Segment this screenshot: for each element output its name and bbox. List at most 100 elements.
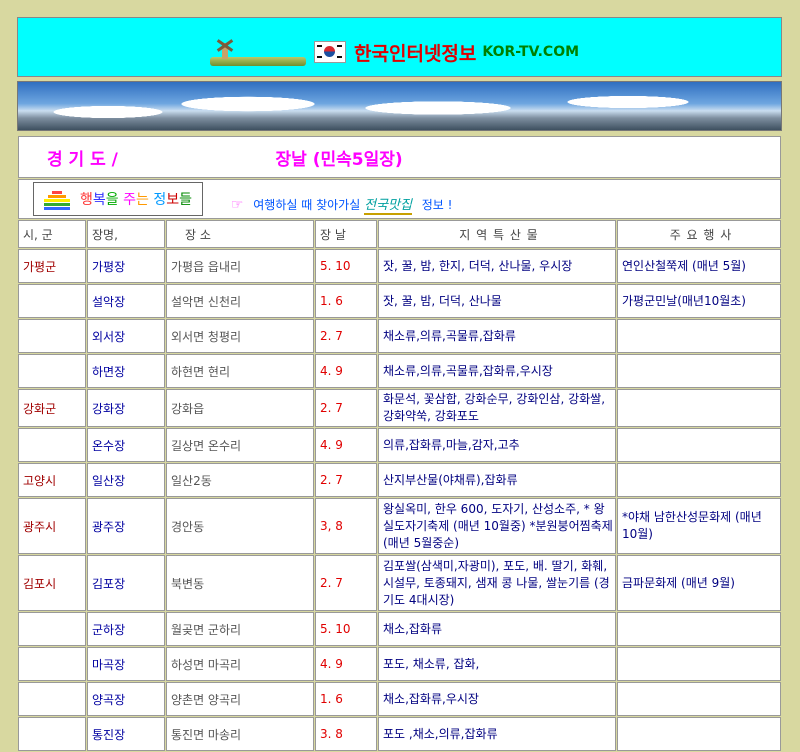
market-name-cell[interactable]: 일산장 xyxy=(87,463,165,497)
location-cell: 길상면 온수리 xyxy=(166,428,314,462)
header-events: 주 요 행 사 xyxy=(617,220,781,248)
products-cell: 의류,잡화류,마늘,감자,고추 xyxy=(378,428,616,462)
promo-text: 행복을 주는 정보들 xyxy=(80,189,192,209)
market-name-cell[interactable]: 김포장 xyxy=(87,555,165,611)
location-cell: 통진면 마송리 xyxy=(166,717,314,751)
hat-icon xyxy=(44,189,70,210)
market-name-cell[interactable]: 온수장 xyxy=(87,428,165,462)
market-name-cell[interactable]: 하면장 xyxy=(87,354,165,388)
market-days-cell: 5. 10 xyxy=(315,612,377,646)
windmill-logo-icon xyxy=(210,38,306,66)
city-cell: 광주시 xyxy=(18,498,86,554)
location-cell: 북변동 xyxy=(166,555,314,611)
table-row: 설악장 설악면 신천리 1. 6 잣, 꿀, 밤, 더덕, 산나물 가평군민날(매년10… xyxy=(18,284,781,318)
location-cell: 하성면 마곡리 xyxy=(166,647,314,681)
city-cell xyxy=(18,354,86,388)
products-cell: 포도 ,채소,의류,잡화류 xyxy=(378,717,616,751)
events-cell xyxy=(617,354,781,388)
table-row: 고양시 일산장 일산2동 2. 7 산지부산물(야채류),잡화류 xyxy=(18,463,781,497)
city-cell xyxy=(18,647,86,681)
market-name-cell[interactable]: 군하장 xyxy=(87,612,165,646)
promo-banner[interactable]: 행복을 주는 정보들 xyxy=(33,182,204,216)
location-cell: 외서면 청평리 xyxy=(166,319,314,353)
market-days-cell: 1. 6 xyxy=(315,682,377,716)
city-cell xyxy=(18,284,86,318)
page-wrapper: 한국인터넷정보 KOR-TV.COM 경 기 도 / 장날 (민속5일장) 행복… xyxy=(17,17,782,752)
site-url[interactable]: KOR-TV.COM xyxy=(482,44,579,60)
market-table: 경 기 도 / 장날 (민속5일장) 행복을 주는 정보들 ☞ 여행하실 때 찾… xyxy=(17,135,782,752)
market-days-cell: 1. 6 xyxy=(315,284,377,318)
promo-row: 행복을 주는 정보들 ☞ 여행하실 때 찾아가실 전국맛집 정보 ! xyxy=(18,179,781,219)
pointing-hand-icon: ☞ xyxy=(230,197,244,213)
products-cell: 잣, 꿀, 밤, 더덕, 산나물 xyxy=(378,284,616,318)
events-cell xyxy=(617,717,781,751)
header-name: 장명, xyxy=(87,220,165,248)
market-name-cell[interactable]: 광주장 xyxy=(87,498,165,554)
market-name-cell[interactable]: 가평장 xyxy=(87,249,165,283)
products-cell: 채소,잡화류,우시장 xyxy=(378,682,616,716)
products-cell: 포도, 채소류, 잡화, xyxy=(378,647,616,681)
city-cell xyxy=(18,717,86,751)
location-cell: 양촌면 양곡리 xyxy=(166,682,314,716)
table-row: 가평군 가평장 가평읍 읍내리 5. 10 잣, 꿀, 밤, 한지, 더덕, 산나물, … xyxy=(18,249,781,283)
market-name-cell[interactable]: 마곡장 xyxy=(87,647,165,681)
events-cell xyxy=(617,647,781,681)
promo-char: 들 xyxy=(179,192,193,208)
city-cell xyxy=(18,319,86,353)
table-row: 온수장 길상면 온수리 4. 9 의류,잡화류,마늘,감자,고추 xyxy=(18,428,781,462)
header-brand[interactable]: 한국인터넷정보 KOR-TV.COM xyxy=(210,36,579,68)
sky-banner-image xyxy=(17,81,782,131)
products-cell: 채소류,의류,곡물류,잡화류,우시장 xyxy=(378,354,616,388)
location-cell: 일산2동 xyxy=(166,463,314,497)
events-cell: *야채 남한산성문화제 (매년 10월) xyxy=(617,498,781,554)
promo-char: 복 xyxy=(92,192,106,208)
promo-note-tail: 정보 ! xyxy=(421,198,453,212)
site-name: 한국인터넷정보 xyxy=(354,42,477,65)
events-cell: 금파문화제 (매년 9월) xyxy=(617,555,781,611)
market-name-cell[interactable]: 강화장 xyxy=(87,389,165,427)
events-cell xyxy=(617,428,781,462)
promo-note: 여행하실 때 찾아가실 xyxy=(253,198,361,212)
city-cell xyxy=(18,612,86,646)
events-cell xyxy=(617,389,781,427)
products-cell: 잣, 꿀, 밤, 한지, 더덕, 산나물, 우시장 xyxy=(378,249,616,283)
promo-char: 행 xyxy=(80,192,93,208)
products-cell: 채소,잡화류 xyxy=(378,612,616,646)
market-days-cell: 4. 9 xyxy=(315,354,377,388)
market-name-cell[interactable]: 양곡장 xyxy=(87,682,165,716)
table-body: 가평군 가평장 가평읍 읍내리 5. 10 잣, 꿀, 밤, 한지, 더덕, 산나물, … xyxy=(18,249,781,751)
header-days: 장 날 xyxy=(315,220,377,248)
header-city: 시, 군 xyxy=(18,220,86,248)
table-row: 외서장 외서면 청평리 2. 7 채소류,의류,곡물류,잡화류 xyxy=(18,319,781,353)
promo-char: 는 xyxy=(136,192,149,208)
location-cell: 하현면 현리 xyxy=(166,354,314,388)
events-cell xyxy=(617,319,781,353)
market-title: 장날 (민속5일장) xyxy=(275,149,403,170)
products-cell: 김포쌀(삼색미,자광미), 포도, 배. 딸기, 화훼, 시설무, 토종돼지, … xyxy=(378,555,616,611)
market-name-cell[interactable]: 설악장 xyxy=(87,284,165,318)
table-row: 하면장 하현면 현리 4. 9 채소류,의류,곡물류,잡화류,우시장 xyxy=(18,354,781,388)
promo-char: 을 xyxy=(105,192,119,208)
city-cell: 가평군 xyxy=(18,249,86,283)
region-title: 경 기 도 / xyxy=(47,149,118,170)
site-header: 한국인터넷정보 KOR-TV.COM xyxy=(17,17,782,77)
table-row: 강화군 강화장 강화읍 2. 7 화문석, 꽃삼합, 강화순무, 강화인삼, 강화쌀, … xyxy=(18,389,781,427)
products-cell: 화문석, 꽃삼합, 강화순무, 강화인삼, 강화쌀, 강화약쑥, 강화포도 xyxy=(378,389,616,427)
location-cell: 가평읍 읍내리 xyxy=(166,249,314,283)
table-header-row: 시, 군 장명, 장 소 장 날 지 역 특 산 물 주 요 행 사 xyxy=(18,220,781,248)
events-cell: 가평군민날(매년10월초) xyxy=(617,284,781,318)
city-cell xyxy=(18,682,86,716)
table-row: 군하장 월곶면 군하리 5. 10 채소,잡화류 xyxy=(18,612,781,646)
products-cell: 산지부산물(야채류),잡화류 xyxy=(378,463,616,497)
promo-char: 정 xyxy=(148,192,167,208)
header-products: 지 역 특 산 물 xyxy=(378,220,616,248)
location-cell: 경안동 xyxy=(166,498,314,554)
korean-flag-icon xyxy=(314,41,346,63)
market-name-cell[interactable]: 통진장 xyxy=(87,717,165,751)
market-days-cell: 2. 7 xyxy=(315,389,377,427)
promo-char: 주 xyxy=(118,192,137,208)
market-name-cell[interactable]: 외서장 xyxy=(87,319,165,353)
events-cell xyxy=(617,612,781,646)
promo-note-emphasis[interactable]: 전국맛집 xyxy=(364,198,412,215)
city-cell: 강화군 xyxy=(18,389,86,427)
